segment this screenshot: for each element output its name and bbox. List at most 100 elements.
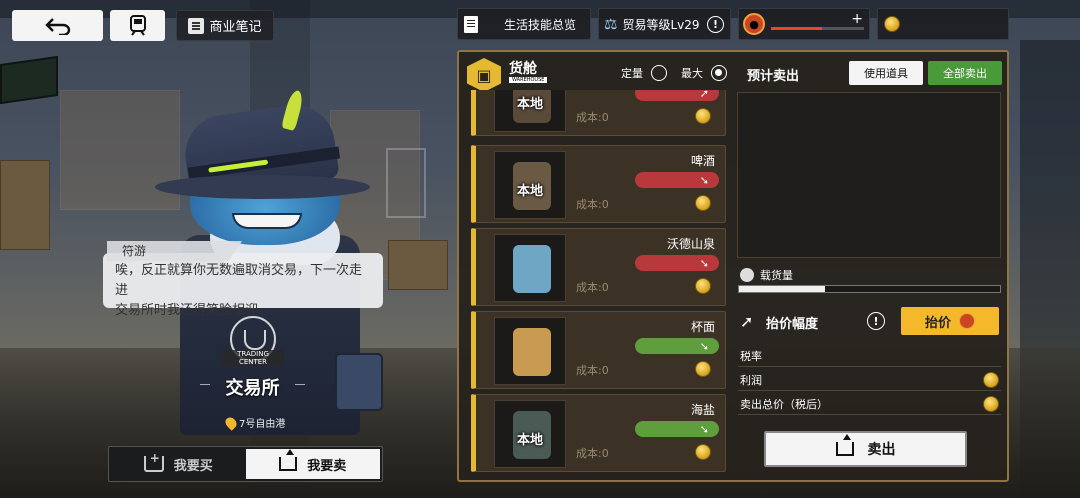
station-title: 交易所 — [200, 374, 305, 400]
panel-header: ▣ 货舱 WAREHOUSE 定量 最大 预计卖出 使用道具 全部卖出 — [459, 52, 1007, 92]
dialogue-box[interactable]: 唉，反正就算你无数遍取消交易，下一次走进 交易所时我还得笑脸相迎。 — [103, 253, 383, 318]
item-thumbnail — [494, 234, 566, 302]
business-notes-button[interactable]: 商业笔记 — [176, 10, 274, 41]
markup-label: 抬价幅度 — [766, 317, 819, 332]
crate — [388, 240, 448, 290]
total-label: 卖出总价（税后） — [740, 397, 828, 411]
location-pin-icon — [223, 414, 239, 431]
coin-icon — [695, 195, 711, 211]
trade-level-label: 贸易等级Lv29 — [622, 17, 700, 32]
profit-label: 利润 — [740, 373, 762, 387]
buy-label: 我要买 — [173, 458, 213, 474]
cargo-item-list[interactable]: 本地 ➚ 成本:0 本地 啤酒 ➘ 成本:0 沃德山泉 ➘ 成本:0 杯面 ➘ … — [471, 90, 726, 475]
coin-icon — [884, 16, 900, 32]
coin-icon — [695, 444, 711, 460]
capacity-fill — [739, 286, 826, 292]
max-quantity-radio[interactable] — [711, 65, 727, 81]
item-image — [513, 245, 551, 293]
quantity-mode-group: 定量 最大 — [621, 65, 727, 81]
raise-price-button[interactable]: 抬价 — [901, 307, 999, 335]
stamina-face-icon: ● — [743, 13, 765, 35]
stamina-bar — [771, 26, 864, 30]
profit-row: 利润 — [738, 369, 1001, 391]
trend-up-icon: ➚ — [740, 312, 754, 331]
add-stamina-icon[interactable]: + — [851, 11, 863, 27]
sell-upload-icon — [835, 434, 854, 456]
sell-upload-icon — [279, 449, 298, 471]
coin-icon — [983, 395, 999, 412]
cart-icon — [143, 451, 164, 472]
speaker-name: 符游 — [107, 241, 242, 261]
item-cost: 成本:0 — [576, 281, 609, 294]
stamina-face-icon — [959, 313, 975, 329]
cargo-panel: ▣ 货舱 WAREHOUSE 定量 最大 预计卖出 使用道具 全部卖出 本地 ➚… — [457, 50, 1009, 482]
trend-down-icon: ➘ — [699, 256, 709, 270]
stamina-meter[interactable]: ● + — [738, 8, 870, 40]
train-icon — [129, 14, 146, 36]
cargo-item[interactable]: 本地 啤酒 ➘ 成本:0 — [471, 145, 726, 223]
warehouse-title: 货舱 — [509, 61, 537, 77]
price-trend-badge: ➘ — [635, 338, 719, 354]
item-thumbnail: 本地 — [494, 90, 566, 132]
fixed-quantity-radio[interactable] — [651, 65, 667, 81]
coin-icon — [695, 361, 711, 377]
max-quantity-label: 最大 — [681, 67, 703, 80]
item-name: 海盐 — [690, 403, 715, 417]
forecast-title: 预计卖出 — [747, 69, 800, 84]
station-location: 7号自由港 — [223, 414, 285, 431]
item-cost: 成本:0 — [576, 447, 609, 460]
bcrl-sign — [386, 148, 426, 218]
use-item-button[interactable]: 使用道具 — [849, 61, 923, 85]
local-tag: 本地 — [516, 433, 543, 448]
trend-down-icon: ➘ — [699, 339, 709, 353]
local-tag: 本地 — [516, 184, 543, 199]
item-thumbnail: 本地 — [494, 151, 566, 219]
cargo-item[interactable]: 本地 海盐 ➘ 成本:0 — [471, 394, 726, 472]
forecast-area — [737, 92, 1001, 258]
raise-price-label: 抬价 — [924, 315, 951, 331]
buy-tab[interactable]: 我要买 — [111, 449, 246, 479]
capacity-label-row: 载货量 — [740, 267, 793, 283]
back-button[interactable] — [12, 10, 103, 41]
train-button[interactable] — [110, 10, 165, 41]
fixed-quantity-label: 定量 — [621, 67, 643, 80]
item-name: 杯面 — [690, 320, 715, 334]
wall-sign — [0, 55, 58, 105]
cargo-item[interactable]: 沃德山泉 ➘ 成本:0 — [471, 228, 726, 306]
sell-button[interactable]: 卖出 — [764, 431, 967, 467]
crate — [0, 160, 50, 250]
help-icon[interactable]: ! — [867, 312, 885, 330]
sell-button-label: 卖出 — [867, 442, 896, 458]
markup-row: ➚ 抬价幅度 ! 抬价 — [738, 307, 1001, 337]
coin-icon — [983, 371, 999, 388]
currency-display[interactable] — [877, 8, 1009, 40]
sell-tab[interactable]: 我要卖 — [245, 449, 380, 479]
character-briefcase — [335, 353, 383, 411]
document-icon — [464, 15, 478, 33]
life-skills-overview-button[interactable]: 生活技能总览 — [457, 8, 591, 40]
capacity-label: 载货量 — [760, 269, 793, 282]
character-grin — [232, 213, 302, 229]
buy-sell-switch: 我要买 我要卖 — [108, 446, 383, 482]
trading-center-emblem: TRADING CENTER — [222, 316, 284, 366]
trend-up-icon: ➚ — [699, 90, 709, 100]
item-thumbnail — [494, 317, 566, 385]
trade-level-button[interactable]: ⚖ 贸易等级Lv29 ! — [598, 8, 731, 40]
character-hat-brim — [155, 175, 370, 199]
dialogue-line: 唉，反正就算你无数遍取消交易，下一次走进 — [115, 263, 363, 298]
help-icon[interactable]: ! — [707, 15, 724, 33]
item-image — [513, 328, 551, 376]
tax-label: 税率 — [740, 349, 762, 363]
coin-icon — [695, 278, 711, 294]
coin-icon — [695, 108, 711, 124]
item-thumbnail: 本地 — [494, 400, 566, 468]
life-skills-label: 生活技能总览 — [504, 17, 577, 32]
cargo-item[interactable]: 杯面 ➘ 成本:0 — [471, 311, 726, 389]
sell-all-button[interactable]: 全部卖出 — [928, 61, 1002, 85]
item-name: 沃德山泉 — [666, 237, 715, 251]
business-notes-label: 商业笔记 — [209, 20, 262, 35]
item-cost: 成本:0 — [576, 364, 609, 377]
price-trend-badge: ➘ — [635, 421, 719, 437]
sell-label: 我要卖 — [307, 458, 347, 474]
cargo-item[interactable]: 本地 ➚ 成本:0 — [471, 90, 726, 136]
